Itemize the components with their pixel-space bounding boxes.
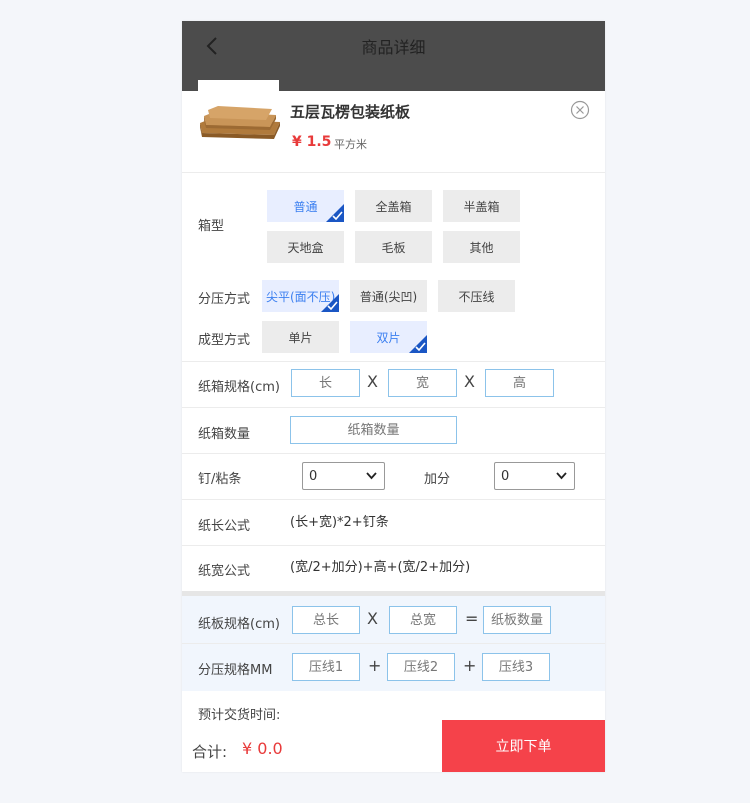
box-qty-label: 纸箱数量 (198, 427, 251, 442)
forming-option-double[interactable]: 双片 (350, 321, 427, 353)
nav-header: 商品详细 (182, 21, 605, 94)
box-length-input[interactable] (291, 369, 360, 397)
box-width-input[interactable] (388, 369, 457, 397)
box-type-option-other[interactable]: 其他 (443, 231, 520, 263)
box-type-option-normal[interactable]: 普通 (267, 190, 344, 222)
add-label: 加分 (424, 472, 451, 487)
divider (182, 643, 605, 644)
option-label: 单片 (288, 330, 313, 345)
option-label: 其他 (469, 240, 494, 255)
length-formula-label: 纸长公式 (198, 519, 251, 534)
length-formula-value: (长+宽)*2+钉条 (290, 515, 389, 530)
board-spec-label: 纸板规格(cm) (198, 617, 280, 632)
delivery-label: 预计交货时间: (198, 708, 281, 723)
product-name: 五层瓦楞包装纸板 (290, 103, 411, 121)
box-type-option-full-cover[interactable]: 全盖箱 (355, 190, 432, 222)
close-icon[interactable] (570, 100, 590, 120)
chevron-down-icon (556, 472, 567, 480)
app-screen: 商品详细 五层瓦楞包装纸板 ¥ 1.5 平方米 箱型 普通 全盖箱 半盖箱 天地… (182, 21, 605, 772)
width-formula-label: 纸宽公式 (198, 564, 251, 579)
plus-sign: + (463, 656, 477, 675)
check-icon (327, 301, 338, 310)
press-option-sharp-flat[interactable]: 尖平(面不压) (262, 280, 339, 312)
box-type-option-half-cover[interactable]: 半盖箱 (443, 190, 520, 222)
forming-option-single[interactable]: 单片 (262, 321, 339, 353)
plus-sign: + (368, 656, 382, 675)
option-label: 半盖箱 (463, 199, 500, 214)
times-sign: X (367, 609, 378, 628)
divider (182, 361, 605, 362)
option-label: 天地盒 (287, 240, 324, 255)
forming-label: 成型方式 (198, 333, 251, 348)
press-option-none[interactable]: 不压线 (438, 280, 515, 312)
select-value: 0 (309, 468, 318, 484)
times-sign: X (367, 372, 378, 391)
total-value: ¥ 0.0 (242, 739, 283, 758)
option-label: 毛板 (381, 240, 406, 255)
total-length-input[interactable] (292, 606, 360, 634)
press-method-label: 分压方式 (198, 292, 251, 307)
divider (182, 172, 605, 173)
price-unit: 平方米 (334, 138, 367, 151)
option-label: 尖平(面不压) (266, 289, 336, 304)
check-icon (415, 342, 426, 351)
divider (182, 407, 605, 408)
option-label: 双片 (376, 330, 401, 345)
option-label: 全盖箱 (375, 199, 412, 214)
divider (182, 545, 605, 546)
option-label: 普通(尖凹) (359, 289, 418, 304)
box-type-label: 箱型 (198, 219, 225, 234)
nail-select[interactable]: 0 (302, 462, 385, 490)
option-label: 不压线 (458, 289, 495, 304)
press-spec-label: 分压规格MM (198, 663, 273, 678)
board-count-input[interactable] (483, 606, 551, 634)
thumbnail-tab (198, 80, 279, 94)
equals-sign: = (465, 609, 479, 628)
press-line2-input[interactable] (387, 653, 455, 681)
option-label: 普通 (293, 199, 318, 214)
page-title: 商品详细 (361, 38, 426, 57)
press-line3-input[interactable] (482, 653, 550, 681)
chevron-down-icon (366, 472, 377, 480)
select-value: 0 (501, 468, 510, 484)
divider (182, 453, 605, 454)
box-spec-label: 纸箱规格(cm) (198, 380, 280, 395)
total-label: 合计: (192, 743, 228, 761)
add-select[interactable]: 0 (494, 462, 575, 490)
product-price: ¥ 1.5 (292, 134, 332, 150)
box-qty-input[interactable] (290, 416, 457, 444)
box-type-option-lid-box[interactable]: 天地盒 (267, 231, 344, 263)
divider (182, 499, 605, 500)
times-sign: X (464, 372, 475, 391)
box-type-option-plain-board[interactable]: 毛板 (355, 231, 432, 263)
total-width-input[interactable] (389, 606, 457, 634)
product-image (200, 106, 280, 139)
press-line1-input[interactable] (292, 653, 360, 681)
box-height-input[interactable] (485, 369, 554, 397)
press-option-normal[interactable]: 普通(尖凹) (350, 280, 427, 312)
check-icon (332, 211, 343, 220)
width-formula-value: (宽/2+加分)+高+(宽/2+加分) (290, 560, 471, 575)
order-now-button[interactable]: 立即下单 (442, 720, 605, 772)
nail-label: 钉/粘条 (198, 472, 242, 487)
